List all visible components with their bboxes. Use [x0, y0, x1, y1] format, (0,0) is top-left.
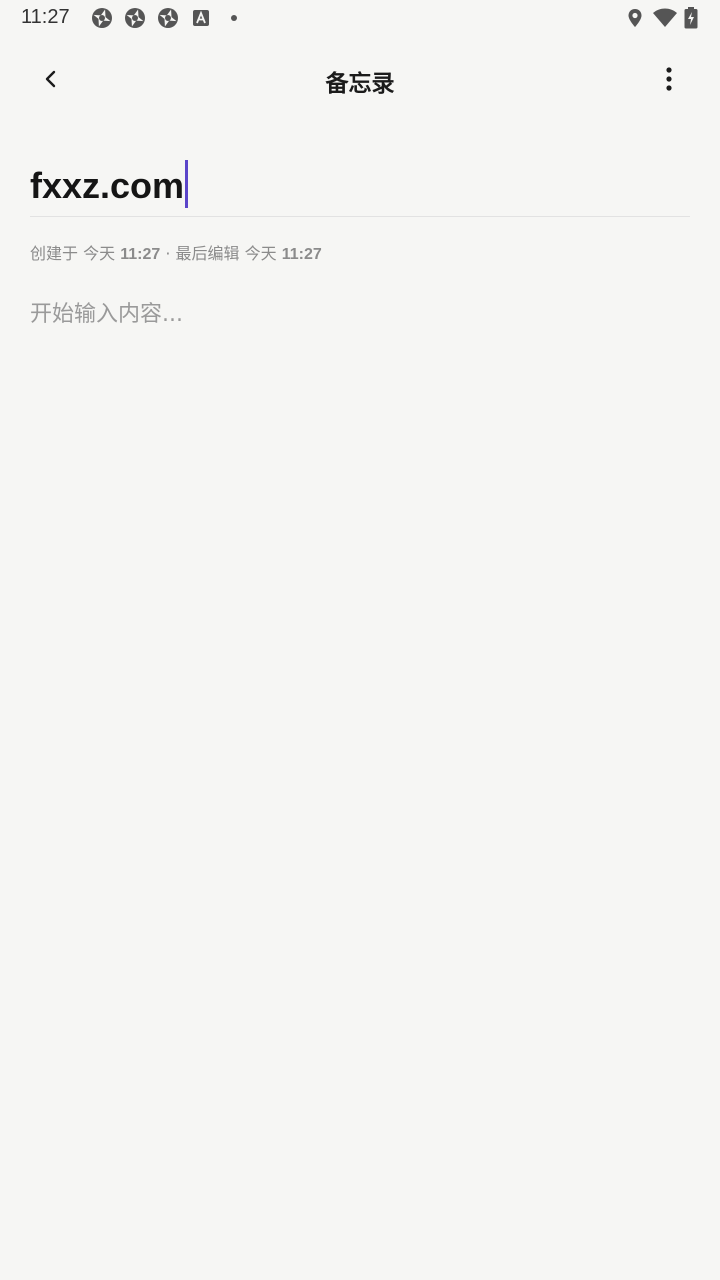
font-a-icon — [193, 10, 209, 26]
edited-day: 今天 — [244, 244, 277, 263]
note-title-value: fxxz.com — [30, 165, 185, 206]
note-title-field[interactable]: fxxz.com — [30, 156, 690, 217]
status-bar: 11:27 — [0, 0, 720, 36]
app-notification-icon — [92, 8, 112, 28]
app-bar: 备忘录 — [0, 44, 720, 114]
more-options-button[interactable] — [648, 58, 690, 100]
wifi-icon — [653, 8, 677, 27]
note-content-input[interactable]: 开始输入内容... — [30, 296, 690, 328]
app-notification-icon — [125, 8, 145, 28]
location-icon — [628, 9, 642, 27]
edited-time: 11:27 — [281, 246, 322, 263]
note-title-input[interactable]: fxxz.com — [30, 160, 189, 208]
more-vert-icon — [666, 67, 672, 91]
created-label: 创建于 — [30, 244, 79, 263]
created-day: 今天 — [83, 244, 116, 263]
edited-label: 最后编辑 — [175, 244, 240, 263]
app-notification-icon — [158, 8, 178, 28]
note-meta: 创建于 今天 11:27 · 最后编辑 今天 11:27 — [30, 240, 322, 264]
dot-icon — [231, 15, 237, 21]
battery-charging-icon — [684, 7, 698, 29]
page-title: 备忘录 — [325, 71, 395, 97]
created-time: 11:27 — [120, 246, 161, 263]
content-placeholder: 开始输入内容... — [30, 302, 183, 327]
meta-separator: · — [165, 244, 171, 263]
text-cursor — [185, 160, 189, 208]
status-time: 11:27 — [21, 6, 70, 28]
